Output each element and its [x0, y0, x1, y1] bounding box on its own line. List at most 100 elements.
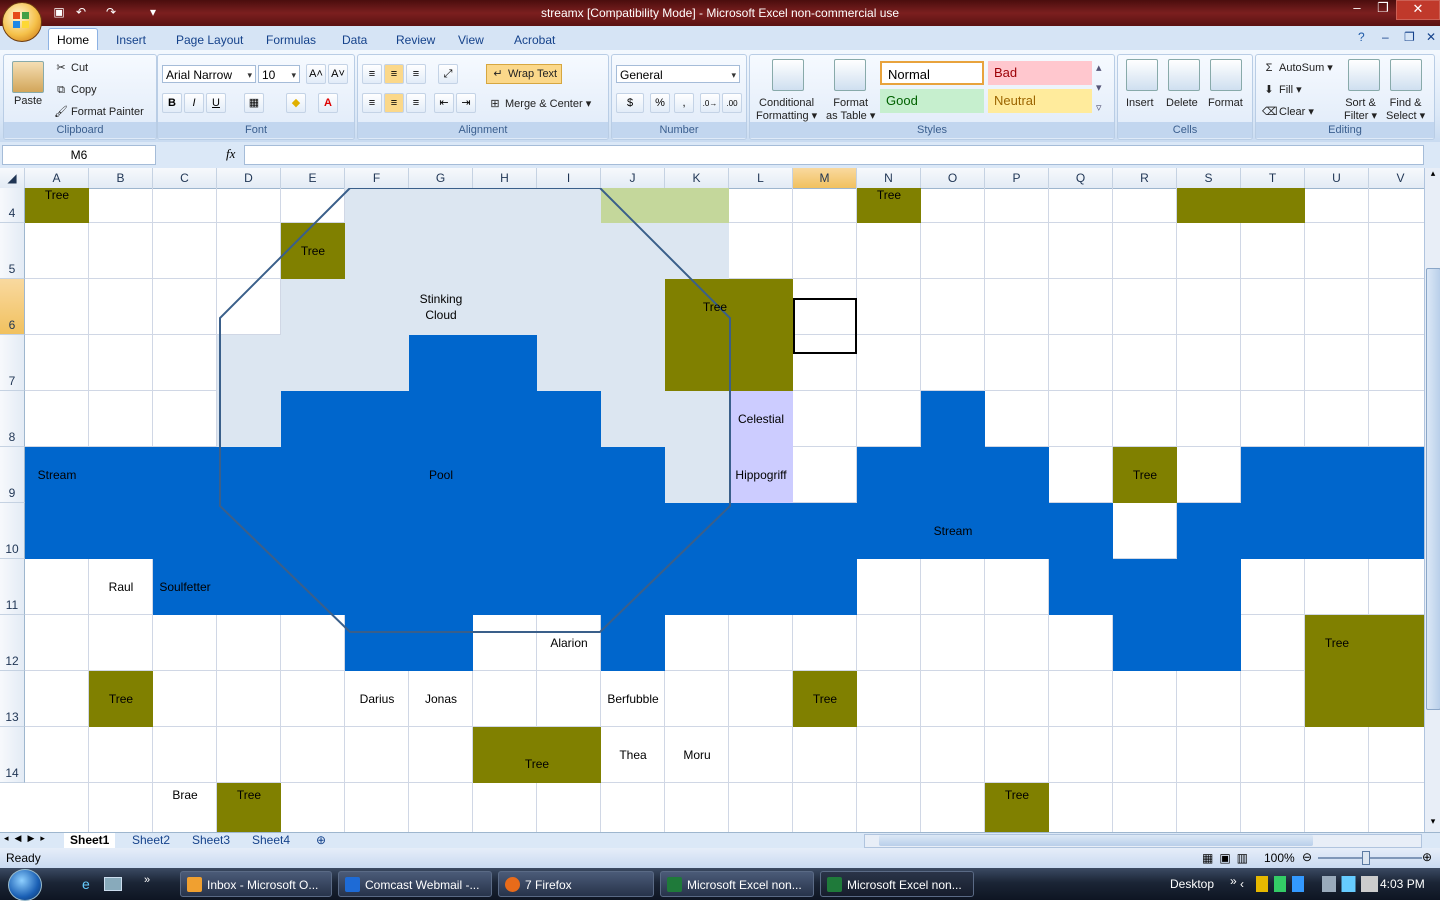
paste-icon[interactable] [12, 61, 44, 93]
shrink-font-icon[interactable]: A˅ [328, 64, 348, 84]
scroll-up-icon[interactable]: ▴ [1427, 168, 1439, 182]
wrap-text-button[interactable]: ↵ Wrap Text [486, 64, 563, 84]
italic-button[interactable]: I [184, 93, 204, 113]
column-header[interactable]: H [473, 168, 537, 188]
view-buttons-icons[interactable]: ▦▣▥ [1202, 851, 1254, 865]
row-header[interactable]: 11 [0, 559, 25, 615]
clock[interactable]: 4:03 PM [1380, 877, 1425, 891]
orientation-icon[interactable]: ⤢ [438, 64, 458, 84]
horizontal-scrollbar[interactable] [864, 834, 1422, 848]
zoom-out-icon[interactable]: ⊖ [1302, 850, 1312, 864]
align-top-icon[interactable]: ≡ [362, 64, 382, 84]
style-normal[interactable]: Normal [880, 61, 984, 85]
row-header[interactable]: 12 [0, 615, 25, 671]
sheet-tab-1[interactable]: Sheet1 [64, 833, 116, 848]
select-all-corner[interactable]: ◢ [0, 168, 25, 188]
taskbar-comcast[interactable]: Comcast Webmail -... [338, 871, 492, 897]
sheet-tab-3[interactable]: Sheet3 [186, 833, 236, 848]
underline-button[interactable]: U [206, 93, 226, 113]
scroll-down-icon[interactable]: ▾ [1427, 816, 1439, 830]
minimize-icon[interactable]: – [1344, 0, 1370, 18]
tab-page-layout[interactable]: Page Layout [168, 31, 251, 50]
column-header[interactable]: M [793, 168, 857, 188]
taskbar-outlook[interactable]: Inbox - Microsoft O... [180, 871, 332, 897]
tray-expand-icon[interactable]: ‹ [1240, 877, 1244, 891]
comma-button[interactable]: , [674, 93, 694, 113]
tab-insert[interactable]: Insert [108, 31, 154, 50]
column-header[interactable]: A [25, 168, 89, 188]
conditional-formatting-button[interactable]: Conditional Formatting ▾ [756, 97, 817, 123]
format-button[interactable]: Format [1208, 97, 1243, 109]
active-cell-cursor[interactable] [793, 298, 857, 354]
column-header[interactable]: T [1241, 168, 1305, 188]
fill-button[interactable]: ⬇ Fill ▾ [1262, 83, 1301, 97]
row-header[interactable]: 14 [0, 727, 25, 783]
row-header[interactable]: 9 [0, 447, 25, 503]
column-header[interactable]: R [1113, 168, 1177, 188]
column-header[interactable]: D [217, 168, 281, 188]
column-header[interactable]: B [89, 168, 153, 188]
style-good[interactable]: Good [880, 89, 984, 113]
copy-button[interactable]: ⧉ Copy [54, 83, 97, 97]
fill-color-icon[interactable]: ◆ [286, 93, 306, 113]
desktop-toolbar[interactable]: Desktop [1170, 877, 1214, 891]
ribbon-minimize-icon[interactable]: – [1374, 28, 1397, 47]
row-header[interactable]: 13 [0, 671, 25, 727]
column-header[interactable]: Q [1049, 168, 1113, 188]
column-header[interactable]: L [729, 168, 793, 188]
formula-input[interactable] [244, 145, 1424, 165]
help-icon[interactable]: ? [1350, 28, 1373, 47]
show-desktop-icon[interactable] [104, 877, 122, 891]
column-header[interactable]: O [921, 168, 985, 188]
align-bottom-icon[interactable]: ≡ [406, 64, 426, 84]
format-painter-button[interactable]: 🖌 Format Painter [54, 105, 144, 119]
column-header[interactable]: S [1177, 168, 1241, 188]
zoom-in-icon[interactable]: ⊕ [1422, 850, 1432, 864]
column-header[interactable]: J [601, 168, 665, 188]
styles-scroll-down-icon[interactable]: ▾ [1096, 81, 1102, 94]
restore-icon[interactable]: ❐ [1370, 0, 1396, 18]
sort-filter-button[interactable]: Sort & Filter ▾ [1344, 97, 1377, 123]
align-left-icon[interactable]: ≡ [362, 93, 382, 113]
align-right-icon[interactable]: ≡ [406, 93, 426, 113]
column-header[interactable]: F [345, 168, 409, 188]
tab-data[interactable]: Data [334, 31, 375, 50]
row-header[interactable]: 7 [0, 335, 25, 391]
row-header[interactable]: 10 [0, 503, 25, 559]
row-header[interactable]: 4 [0, 188, 25, 223]
percent-button[interactable]: % [650, 93, 670, 113]
bold-button[interactable]: B [162, 93, 182, 113]
column-header[interactable]: K [665, 168, 729, 188]
style-bad[interactable]: Bad [988, 61, 1092, 85]
column-header[interactable]: N [857, 168, 921, 188]
cut-button[interactable]: ✂ Cut [54, 61, 88, 75]
clear-button[interactable]: ⌫Clear ▾ [1262, 105, 1314, 119]
insert-button[interactable]: Insert [1126, 97, 1154, 109]
tab-home[interactable]: Home [48, 28, 99, 51]
column-header[interactable]: G [409, 168, 473, 188]
ie-icon[interactable]: e [82, 876, 90, 892]
sheet-nav-icons[interactable]: ◂◀▶▸ [4, 833, 51, 844]
ribbon-close-icon[interactable]: ✕ [1418, 28, 1440, 47]
font-color-icon[interactable]: A [318, 93, 338, 113]
sheet-tab-4[interactable]: Sheet4 [246, 833, 296, 848]
column-header[interactable]: I [537, 168, 601, 188]
number-format-combo[interactable]: General [616, 65, 740, 84]
taskbar-excel-1[interactable]: Microsoft Excel non... [660, 871, 814, 897]
tab-formulas[interactable]: Formulas [258, 31, 324, 50]
format-as-table-button[interactable]: Format as Table ▾ [826, 97, 875, 123]
toolbar-more-icon[interactable]: » [1230, 874, 1237, 888]
tab-view[interactable]: View [450, 31, 492, 50]
grow-font-icon[interactable]: A˄ [306, 64, 326, 84]
font-name-combo[interactable]: Arial Narrow [162, 65, 256, 84]
decrease-decimal-icon[interactable]: .00 [722, 93, 742, 113]
tab-review[interactable]: Review [388, 31, 443, 50]
find-select-button[interactable]: Find & Select ▾ [1386, 97, 1425, 123]
close-icon[interactable]: ✕ [1396, 0, 1440, 20]
align-middle-icon[interactable]: ≡ [384, 64, 404, 84]
worksheet-grid[interactable]: TreeBeholderTreeTreeTreeTreeTreeTreeTree… [25, 188, 1424, 832]
system-tray-icons[interactable] [1256, 876, 1316, 892]
font-size-combo[interactable]: 10 [258, 65, 300, 84]
autosum-button[interactable]: Σ AutoSum ▾ [1262, 61, 1333, 75]
vertical-scroll-thumb[interactable] [1426, 268, 1440, 710]
